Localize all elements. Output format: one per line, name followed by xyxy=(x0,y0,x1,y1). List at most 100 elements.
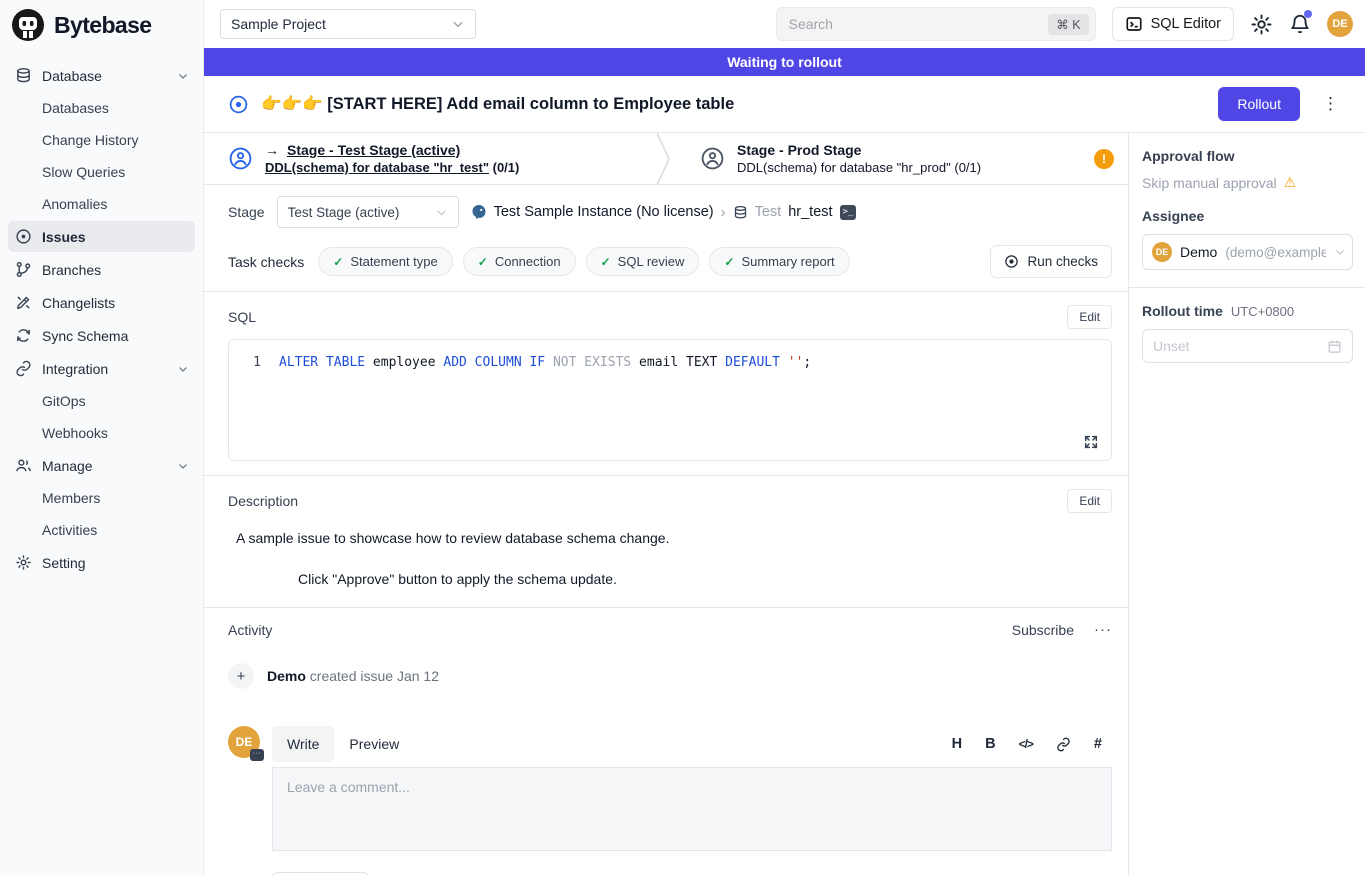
left-sidebar: Bytebase Database Databases Change Histo… xyxy=(0,0,204,876)
tab-preview[interactable]: Preview xyxy=(334,726,414,762)
sidebar-item-gitops[interactable]: GitOps xyxy=(8,386,195,416)
sql-code-line: 1 ALTER TABLE employee ADD COLUMN IF NOT… xyxy=(241,354,1099,372)
code-format-button[interactable]: </> xyxy=(1019,737,1033,751)
notifications-bell-button[interactable] xyxy=(1289,13,1311,35)
subscribe-button[interactable]: Subscribe xyxy=(1012,622,1074,638)
comment-input[interactable] xyxy=(272,767,1112,851)
sidebar-item-label: Change History xyxy=(42,132,139,148)
tab-write[interactable]: Write xyxy=(272,726,334,762)
database-link[interactable]: hr_test xyxy=(788,204,832,220)
sql-heading: SQL xyxy=(228,309,256,325)
person-circle-icon xyxy=(700,146,725,171)
sidebar-item-database[interactable]: Database xyxy=(8,60,195,91)
rollout-button[interactable]: Rollout xyxy=(1218,87,1300,121)
link-icon xyxy=(14,360,32,377)
hash-format-button[interactable]: # xyxy=(1094,736,1102,752)
kebab-menu-button[interactable]: ⋮ xyxy=(1312,94,1349,114)
sidebar-item-setting[interactable]: Setting xyxy=(8,547,195,578)
sql-section: SQL Edit 1 ALTER TABLE employee ADD COLU… xyxy=(204,292,1128,475)
content-row: →Stage - Test Stage (active) DDL(schema)… xyxy=(204,132,1365,876)
project-select[interactable]: Sample Project xyxy=(220,9,476,39)
sidebar-item-databases[interactable]: Databases xyxy=(8,93,195,123)
sidebar-item-manage[interactable]: Manage xyxy=(8,450,195,481)
sidebar-item-issues[interactable]: Issues xyxy=(8,221,195,252)
heading-format-button[interactable]: H xyxy=(952,736,962,752)
sidebar-item-label: Databases xyxy=(42,100,109,116)
project-select-value: Sample Project xyxy=(231,16,326,32)
run-checks-label: Run checks xyxy=(1027,254,1098,269)
stage-task-count: (0/1) xyxy=(954,160,981,175)
approval-flow-title: Approval flow xyxy=(1142,148,1353,164)
sidebar-item-change-history[interactable]: Change History xyxy=(8,125,195,155)
comment-editor-area: DE ··· Write Preview H B </> xyxy=(228,726,1112,876)
status-banner: Waiting to rollout xyxy=(204,48,1365,76)
person-circle-icon xyxy=(228,146,253,171)
sidebar-item-label: Manage xyxy=(42,458,93,474)
sidebar-item-webhooks[interactable]: Webhooks xyxy=(8,418,195,448)
chevron-down-icon xyxy=(435,206,448,219)
user-avatar[interactable]: DE xyxy=(1327,11,1353,37)
description-edit-button[interactable]: Edit xyxy=(1067,489,1112,513)
database-cylinder-icon xyxy=(733,205,748,220)
link-format-button[interactable] xyxy=(1056,737,1071,752)
sidebar-item-label: Anomalies xyxy=(42,196,107,212)
sidebar-item-activities[interactable]: Activities xyxy=(8,515,195,545)
plus-icon: + xyxy=(228,663,254,689)
sql-editor-button[interactable]: SQL Editor xyxy=(1112,7,1234,41)
sidebar-item-anomalies[interactable]: Anomalies xyxy=(8,189,195,219)
run-checks-button[interactable]: Run checks xyxy=(990,245,1112,278)
stage-selector-label: Stage xyxy=(228,204,265,220)
rollout-time-header: Rollout time UTC+0800 xyxy=(1142,303,1353,319)
description-line: Click "Approve" button to apply the sche… xyxy=(298,571,1112,587)
search-box[interactable]: ⌘ K xyxy=(776,7,1096,41)
issue-open-status-icon xyxy=(228,94,249,115)
more-options-button[interactable]: ··· xyxy=(1094,621,1112,638)
sidebar-nav: Database Databases Change History Slow Q… xyxy=(0,50,203,580)
settings-gear-button[interactable] xyxy=(1250,13,1273,36)
stage-card-prod[interactable]: Stage - Prod Stage DDL(schema) for datab… xyxy=(676,133,1128,184)
stage-card-test[interactable]: →Stage - Test Stage (active) DDL(schema)… xyxy=(204,133,656,184)
speech-bubble-icon: ··· xyxy=(250,749,264,761)
sidebar-item-label: Sync Schema xyxy=(42,328,128,344)
stage-task-link[interactable]: DDL(schema) for database "hr_test" xyxy=(265,160,489,175)
users-icon xyxy=(14,457,32,474)
stage-card-text: →Stage - Test Stage (active) DDL(schema)… xyxy=(265,142,519,175)
stage-select[interactable]: Test Stage (active) xyxy=(277,196,459,228)
check-success-icon: ✓ xyxy=(333,255,343,269)
check-pill-sql-review[interactable]: ✓SQL review xyxy=(586,247,700,276)
issue-title: 👉👉👉 [START HERE] Add email column to Emp… xyxy=(261,95,1206,114)
comment-submit-button[interactable]: Comment xyxy=(272,872,369,876)
check-pill-statement-type[interactable]: ✓Statement type xyxy=(318,247,453,276)
approval-flow-value: Skip manual approval ⚠ xyxy=(1142,174,1353,191)
database-icon xyxy=(14,67,32,84)
assignee-select[interactable]: DE Demo (demo@example xyxy=(1142,234,1353,270)
expand-fullscreen-icon[interactable] xyxy=(1083,434,1099,450)
stage-select-value: Test Stage (active) xyxy=(288,205,400,220)
rollout-time-input[interactable]: Unset xyxy=(1142,329,1353,363)
sql-editor[interactable]: 1 ALTER TABLE employee ADD COLUMN IF NOT… xyxy=(228,339,1112,461)
sidebar-item-slow-queries[interactable]: Slow Queries xyxy=(8,157,195,187)
search-input[interactable] xyxy=(789,16,1049,32)
sidebar-item-changelists[interactable]: Changelists xyxy=(8,287,195,318)
sql-edit-button[interactable]: Edit xyxy=(1067,305,1112,329)
bold-format-button[interactable]: B xyxy=(985,736,995,752)
calendar-icon xyxy=(1327,339,1342,354)
open-sql-editor-badge[interactable]: >_ xyxy=(840,205,857,220)
sidebar-item-sync-schema[interactable]: Sync Schema xyxy=(8,320,195,351)
issue-header: 👉👉👉 [START HERE] Add email column to Emp… xyxy=(204,76,1365,132)
check-pill-summary-report[interactable]: ✓ Summary report xyxy=(709,247,849,276)
instance-link[interactable]: Test Sample Instance (No license) xyxy=(494,204,714,220)
warning-triangle-icon: ⚠ xyxy=(1284,174,1297,191)
check-pill-label: Summary report xyxy=(741,254,834,269)
sidebar-item-members[interactable]: Members xyxy=(8,483,195,513)
format-toolbar: H B </> # xyxy=(952,736,1112,752)
play-circle-icon xyxy=(1004,254,1019,269)
sidebar-item-branches[interactable]: Branches xyxy=(8,254,195,285)
check-success-icon: ✓ xyxy=(724,255,734,269)
sidebar-item-integration[interactable]: Integration xyxy=(8,353,195,384)
activity-heading: Activity xyxy=(228,622,272,638)
current-stage-arrow: → xyxy=(265,142,279,158)
check-pill-connection[interactable]: ✓Connection xyxy=(463,247,576,276)
main-area: Sample Project ⌘ K SQL Editor DE Waiting… xyxy=(204,0,1365,876)
brand-header[interactable]: Bytebase xyxy=(0,0,203,50)
